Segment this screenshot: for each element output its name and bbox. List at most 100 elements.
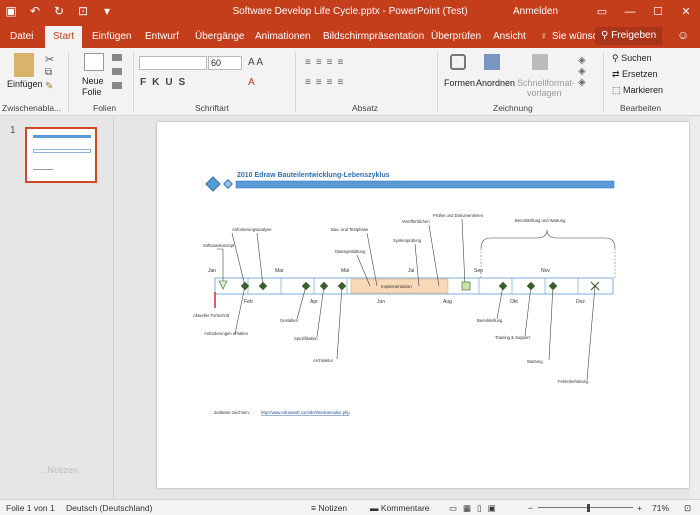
status-bar: Folie 1 von 1 Deutsch (Deutschland) ≡ No…: [0, 499, 700, 515]
arrange-button[interactable]: Anordnen: [476, 78, 515, 88]
smiley-icon[interactable]: ☺: [677, 28, 689, 42]
svg-text:Anforderungsanalyse: Anforderungsanalyse: [232, 227, 272, 232]
arrange-icon[interactable]: [484, 54, 500, 70]
svg-text:Anforderungen erhalten: Anforderungen erhalten: [204, 331, 249, 336]
share-label: Freigeben: [611, 30, 657, 41]
notes-hint: ...Notizen: [40, 465, 79, 475]
svg-text:Softwarekonzept: Softwarekonzept: [203, 243, 235, 248]
quick-styles-icon[interactable]: [532, 54, 548, 70]
view-buttons[interactable]: ▭▦▯▣: [449, 503, 502, 514]
tab-ansicht[interactable]: Ansicht: [493, 31, 526, 42]
tab-bildschirmpraesentation[interactable]: Bildschirmpräsentation: [323, 31, 424, 42]
month-labels-top: Jan Mar Mai Jul Sep Nov: [208, 268, 550, 274]
svg-text:Veröffentlichen: Veröffentlichen: [402, 219, 430, 224]
tab-einfuegen[interactable]: Einfügen: [92, 31, 131, 42]
quick-styles-button[interactable]: Schnellformat-: [517, 78, 575, 88]
milestone-leaders: [217, 218, 596, 381]
tab-datei[interactable]: Datei: [10, 31, 33, 42]
new-slide-icon[interactable]: [84, 53, 104, 71]
month-label: Jul: [408, 268, 414, 274]
powerpoint-window: ▣ ↶ ↻ ⊡ ▾ Software Develop Life Cycle.pp…: [0, 0, 700, 515]
labels-bottom: Aktueller Fortschritt Anforderungen erha…: [193, 313, 589, 384]
reset-icon[interactable]: [112, 68, 122, 75]
svg-text:Wartung: Wartung: [527, 359, 543, 364]
svg-text:Gestalten: Gestalten: [280, 318, 299, 323]
zoom-slider-thumb[interactable]: [587, 504, 590, 512]
cut-icon[interactable]: ✂: [45, 53, 54, 66]
format-painter-icon[interactable]: ✎: [45, 81, 53, 92]
svg-text:Jun: Jun: [377, 299, 385, 305]
minimize-icon[interactable]: —: [616, 0, 644, 24]
footer-prefix: Zeitleiste zeichnen:: [214, 410, 250, 415]
svg-text:Dez: Dez: [576, 299, 585, 305]
select-button[interactable]: ⬚ Markieren: [612, 85, 663, 96]
font-name-box[interactable]: [139, 56, 207, 70]
group-font: Schriftart: [195, 103, 230, 113]
fit-slide-icon[interactable]: ⊡: [684, 503, 691, 514]
title-bar-decoration: [235, 180, 615, 189]
tab-uebergaenge[interactable]: Übergänge: [195, 31, 244, 42]
section-icon[interactable]: [112, 82, 122, 89]
month-label: Mai: [341, 268, 349, 274]
shapes-button[interactable]: Formen: [444, 78, 475, 88]
month-label: Mar: [275, 268, 284, 274]
group-slides: Folien: [93, 103, 117, 113]
svg-text:Bereitstellung und Wartung: Bereitstellung und Wartung: [515, 218, 566, 223]
shapes-icon[interactable]: [450, 54, 466, 70]
slide-title: 2010 Edraw Bauteilentwicklung-Lebenszykl…: [237, 172, 390, 179]
font-format-icons[interactable]: FKUS: [140, 77, 191, 88]
comments-button[interactable]: ▬ Kommentare: [370, 503, 430, 513]
paste-icon[interactable]: [14, 53, 34, 77]
deployment-brace: [480, 229, 616, 249]
svg-text:Training & Support: Training & Support: [495, 335, 531, 340]
paste-button[interactable]: Einfügen: [7, 79, 43, 89]
signin-link[interactable]: Anmelden: [513, 6, 558, 17]
shape-fill-icons[interactable]: ◈ ◈ ◈: [578, 55, 586, 88]
slide-canvas[interactable]: 2010 Edraw Bauteilentwicklung-Lebenszykl…: [157, 122, 689, 488]
ribbon-display-icon[interactable]: ▭: [588, 0, 616, 24]
tab-start[interactable]: Start: [45, 26, 83, 48]
grow-font-icon[interactable]: A A: [248, 57, 263, 68]
month-label: Sep: [474, 268, 483, 274]
slide-counter: Folie 1 von 1: [6, 503, 55, 513]
svg-text:Fehlerbehebung: Fehlerbehebung: [558, 379, 589, 384]
copy-icon[interactable]: ⧉: [45, 67, 52, 78]
slide-thumbnail-1[interactable]: [25, 127, 97, 183]
font-color-icon[interactable]: A: [248, 77, 255, 88]
tab-ueberpruefen[interactable]: Überprüfen: [431, 31, 481, 42]
zoom-slider[interactable]: [538, 507, 633, 508]
svg-text:Aktueller Fortschritt: Aktueller Fortschritt: [193, 313, 230, 318]
select-label: Markieren: [623, 85, 664, 95]
maximize-icon[interactable]: ☐: [644, 0, 672, 24]
replace-button[interactable]: ⇄ Ersetzen: [612, 69, 658, 80]
notes-button[interactable]: ≡ Notizen: [311, 503, 347, 513]
zoom-in-icon[interactable]: +: [637, 503, 642, 513]
comment-icon: ▬: [370, 503, 381, 513]
share-button[interactable]: ⚲ Freigeben: [595, 27, 663, 45]
new-slide-button[interactable]: Neue: [82, 76, 104, 86]
month-label: Nov: [541, 268, 550, 274]
find-label: Suchen: [621, 53, 652, 63]
zoom-out-icon[interactable]: −: [528, 503, 533, 513]
zoom-level[interactable]: 71%: [652, 503, 669, 513]
milestone-square: [461, 281, 471, 291]
svg-text:Apr: Apr: [310, 299, 318, 305]
tab-animationen[interactable]: Animationen: [255, 31, 311, 42]
tab-entwurf[interactable]: Entwurf: [145, 31, 179, 42]
labels-top: Softwarekonzept Anforderungsanalyse Date…: [203, 213, 566, 254]
tell-me-search[interactable]: Sie wünsc: [552, 31, 598, 42]
find-button[interactable]: ⚲ Suchen: [612, 53, 652, 64]
ribbon-tabs: Datei Start Einfügen Entwurf Übergänge A…: [0, 24, 700, 48]
svg-text:Bereitstellung: Bereitstellung: [477, 318, 503, 323]
paragraph-list-icons[interactable]: ≡≡≡≡: [305, 57, 348, 68]
font-size-box[interactable]: 60: [208, 56, 242, 70]
title-bar: ▣ ↶ ↻ ⊡ ▾ Software Develop Life Cycle.pp…: [0, 0, 700, 24]
vertical-scrollbar[interactable]: [690, 117, 700, 499]
paragraph-align-icons[interactable]: ≡≡≡≡: [305, 77, 348, 88]
language-indicator[interactable]: Deutsch (Deutschland): [66, 503, 152, 513]
footer-link[interactable]: http://www.edrawsoft.com/de/timelinemake…: [261, 410, 350, 415]
svg-text:Feb: Feb: [244, 299, 253, 305]
close-icon[interactable]: ✕: [672, 0, 700, 24]
layout-icon[interactable]: [112, 54, 122, 61]
replace-label: Ersetzen: [622, 69, 658, 79]
